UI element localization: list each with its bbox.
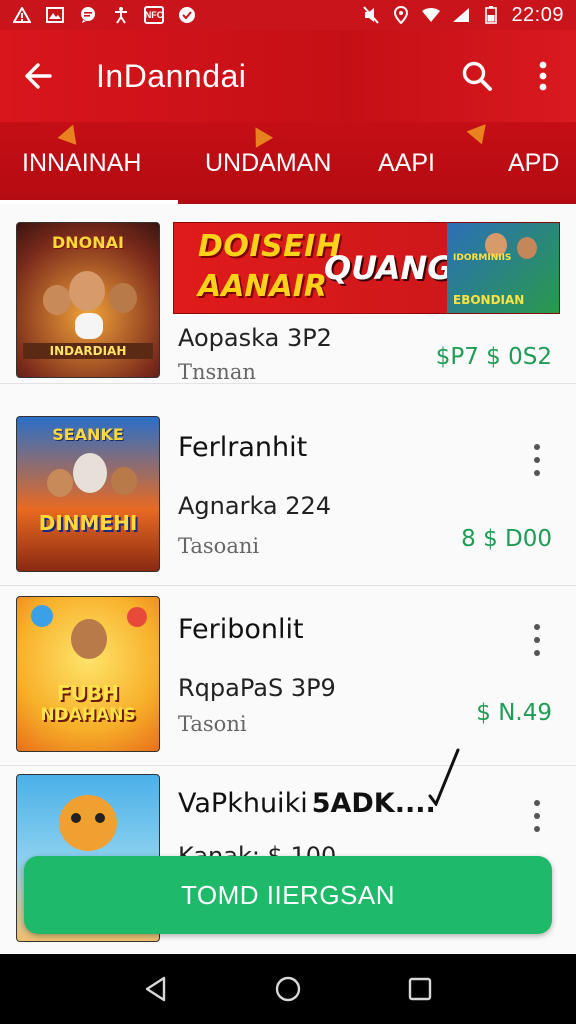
- tab-aapi[interactable]: AAPI: [378, 122, 435, 204]
- balloon-art: [31, 605, 53, 627]
- cat-character-art: [59, 795, 117, 851]
- more-options-button[interactable]: [510, 30, 576, 122]
- scribble-mark: [428, 748, 460, 806]
- tab-decoration: [466, 122, 494, 145]
- app-name-overlay: 5ADK....: [311, 788, 436, 819]
- search-button[interactable]: [444, 30, 510, 122]
- signal-icon: [451, 6, 471, 24]
- app-name: VaPkhuiki 5ADK....: [178, 788, 436, 819]
- character-art: [47, 469, 73, 497]
- tab-apd[interactable]: APD: [508, 122, 559, 204]
- thumb-title: SEANKE: [52, 425, 124, 444]
- app-list: DNONAI INDARDIAH DOISEIH AANAIR QUANG ID…: [0, 204, 576, 954]
- mute-icon: [361, 6, 381, 24]
- nav-home-button[interactable]: [268, 969, 308, 1009]
- character-art: [75, 313, 103, 339]
- banner-art: IDORMINIIS EBONDIAN: [447, 223, 559, 313]
- list-item[interactable]: SEANKE DINMEHI Ferlranhit Agnarka 224 Ta…: [0, 406, 576, 586]
- tab-undaman[interactable]: UNDAMAN: [205, 122, 331, 204]
- balloon-art: [127, 607, 147, 627]
- list-item[interactable]: DNONAI INDARDIAH DOISEIH AANAIR QUANG ID…: [0, 204, 576, 384]
- status-time: 22:09: [511, 3, 564, 26]
- more-vert-icon: [534, 624, 540, 630]
- back-triangle-icon: [145, 976, 166, 1002]
- check-circle-icon: [177, 6, 197, 24]
- character-art: [43, 285, 71, 315]
- tab-bar: INNAINAH UNDAMAN AAPI APD: [0, 122, 576, 204]
- character-art: [73, 453, 107, 493]
- character-art: [109, 283, 137, 313]
- chat-icon: [78, 6, 98, 24]
- accessibility-icon: [111, 6, 131, 24]
- app-price[interactable]: $ N.49: [476, 700, 552, 726]
- app-screen: NFC 22:09 InDanndai INNAINAH UNDAMAN AAP…: [0, 0, 576, 1024]
- thumb-subtitle: INDARDIAH: [23, 343, 153, 359]
- app-subtitle: Agnarka 224: [178, 492, 332, 520]
- character-eye: [71, 813, 81, 823]
- app-thumbnail: SEANKE DINMEHI: [16, 416, 160, 572]
- app-subtitle: Aopaska 3P2: [178, 324, 332, 352]
- location-icon: [391, 6, 411, 24]
- more-vert-icon: [534, 444, 540, 450]
- nfc-icon: NFC: [144, 6, 164, 24]
- back-arrow-icon: [25, 63, 52, 89]
- item-menu-button[interactable]: [522, 440, 552, 480]
- promo-banner[interactable]: DOISEIH AANAIR QUANG IDORMINIIS EBONDIAN: [173, 222, 560, 314]
- thumb-subtitle: NDAHANS: [40, 705, 136, 725]
- banner-art-label: EBONDIAN: [453, 293, 525, 307]
- banner-line3: QUANG: [324, 249, 454, 287]
- thumb-title: FUBH: [57, 681, 119, 705]
- nav-recents-button[interactable]: [400, 969, 440, 1009]
- app-thumbnail: FUBH NDAHANS: [16, 596, 160, 752]
- app-meta: Tnsnan: [178, 360, 256, 384]
- app-subtitle: RqpaPaS 3P9: [178, 674, 336, 702]
- back-button[interactable]: [0, 30, 76, 122]
- wifi-icon: [421, 6, 441, 24]
- battery-icon: [481, 6, 501, 24]
- app-thumbnail: DNONAI INDARDIAH: [16, 222, 160, 378]
- navigation-bar: [0, 954, 576, 1024]
- app-meta: Tasoani: [178, 534, 260, 558]
- nav-back-button[interactable]: [136, 969, 176, 1009]
- more-vert-icon: [539, 61, 547, 91]
- tab-innainah[interactable]: INNAINAH: [22, 122, 141, 204]
- item-menu-button[interactable]: [522, 620, 552, 660]
- gallery-icon: [45, 6, 65, 24]
- character-art: [111, 467, 137, 495]
- home-circle-icon: [275, 976, 301, 1002]
- banner-line1: DOISEIH: [198, 229, 342, 264]
- install-button[interactable]: TOMD IIERGSAN: [24, 856, 552, 934]
- item-menu-button[interactable]: [522, 796, 552, 836]
- warning-icon: [12, 6, 32, 24]
- list-item[interactable]: FUBH NDAHANS Feribonlit RqpaPaS 3P9 Taso…: [0, 586, 576, 766]
- page-title: InDanndai: [96, 57, 247, 94]
- app-price[interactable]: $P7 $ 0S2: [436, 344, 552, 370]
- character-art: [69, 271, 105, 311]
- app-price[interactable]: 8 $ D00: [461, 526, 552, 552]
- thumb-title: DNONAI: [52, 233, 124, 252]
- app-name: Ferlranhit: [178, 432, 308, 463]
- banner-art-title: IDORMINIIS: [453, 253, 512, 263]
- character-eye: [95, 813, 105, 823]
- character-art: [517, 237, 537, 259]
- search-icon: [462, 61, 492, 91]
- recents-square-icon: [408, 977, 432, 1001]
- app-meta: Tasoni: [178, 712, 247, 736]
- thumb-subtitle: DINMEHI: [38, 511, 138, 535]
- app-name: Feribonlit: [178, 614, 304, 645]
- more-vert-icon: [534, 800, 540, 806]
- character-art: [71, 619, 107, 659]
- status-bar: NFC 22:09: [0, 0, 576, 30]
- banner-line2: AANAIR: [198, 269, 328, 304]
- app-bar: InDanndai: [0, 30, 576, 122]
